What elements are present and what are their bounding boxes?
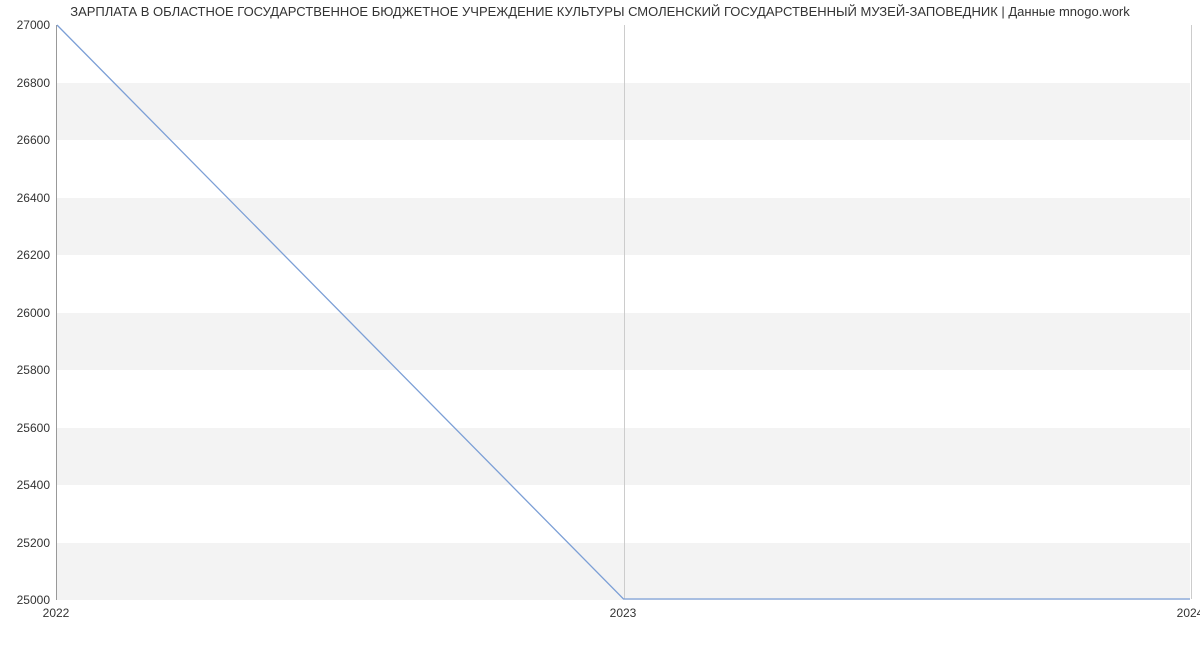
y-tick-label: 26200 bbox=[6, 248, 50, 262]
chart-container: ЗАРПЛАТА В ОБЛАСТНОЕ ГОСУДАРСТВЕННОЕ БЮД… bbox=[0, 0, 1200, 650]
y-tick-label: 26600 bbox=[6, 133, 50, 147]
y-tick-label: 27000 bbox=[6, 18, 50, 32]
y-tick-label: 26400 bbox=[6, 191, 50, 205]
line-series bbox=[57, 25, 1190, 599]
y-tick-label: 25200 bbox=[6, 536, 50, 550]
y-tick-label: 25400 bbox=[6, 478, 50, 492]
x-tick-label: 2022 bbox=[43, 606, 70, 620]
chart-title: ЗАРПЛАТА В ОБЛАСТНОЕ ГОСУДАРСТВЕННОЕ БЮД… bbox=[0, 4, 1200, 19]
y-tick-label: 25000 bbox=[6, 593, 50, 607]
x-tick-label: 2023 bbox=[610, 606, 637, 620]
y-tick-label: 25800 bbox=[6, 363, 50, 377]
y-tick-label: 26800 bbox=[6, 76, 50, 90]
gridline-vertical bbox=[1191, 25, 1192, 599]
plot-area bbox=[56, 25, 1190, 600]
y-tick-label: 25600 bbox=[6, 421, 50, 435]
line-series-svg bbox=[57, 25, 1190, 599]
x-tick-label: 2024 bbox=[1177, 606, 1200, 620]
y-tick-label: 26000 bbox=[6, 306, 50, 320]
